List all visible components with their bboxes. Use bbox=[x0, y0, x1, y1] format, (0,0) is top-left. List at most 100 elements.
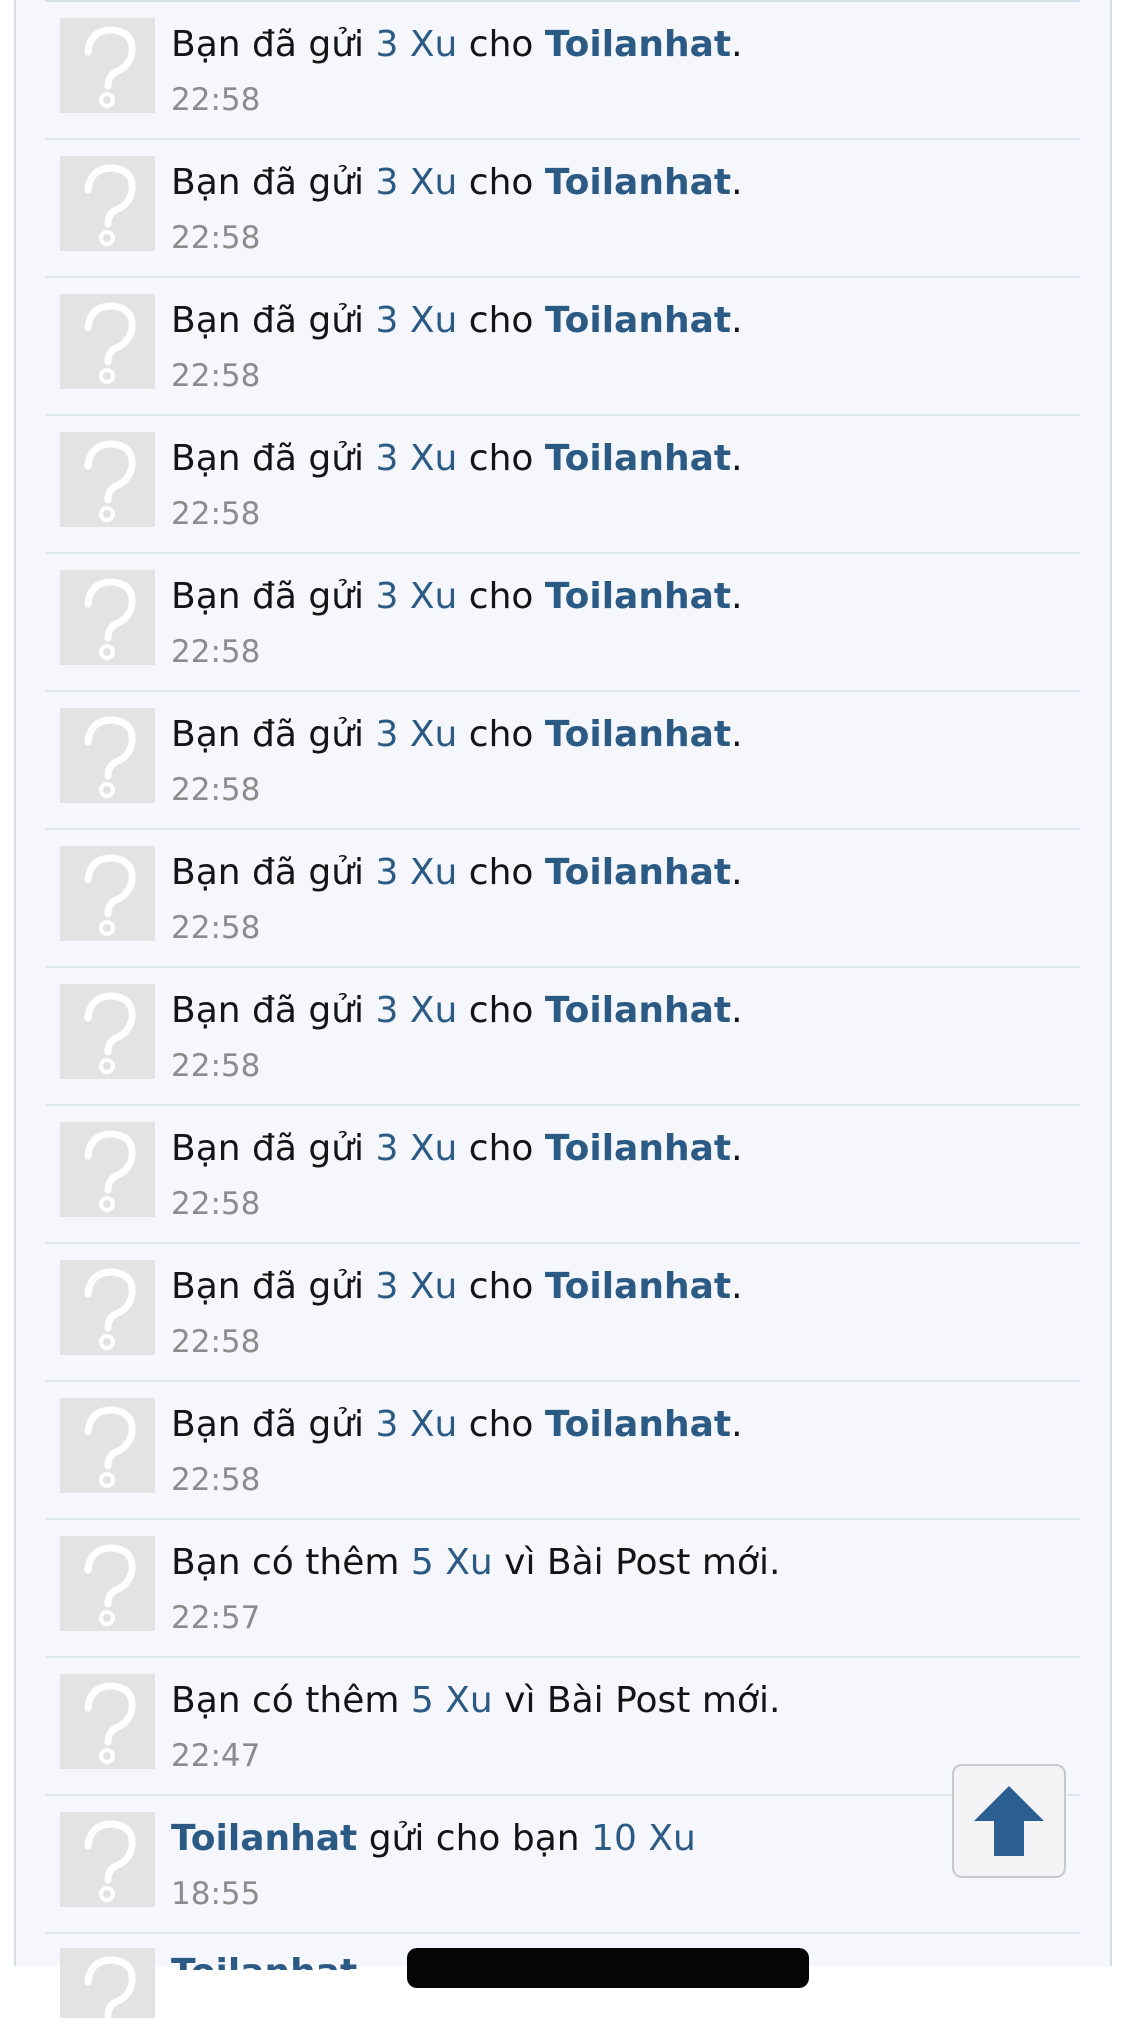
activity-connector: cho bbox=[457, 714, 545, 755]
avatar[interactable] bbox=[60, 570, 155, 665]
xu-amount-link[interactable]: 3 Xu bbox=[376, 1266, 458, 1307]
list-item: Bạn đã gửi 3 Xu cho Toilanhat. 22:58 bbox=[45, 416, 1080, 554]
activity-connector: cho bbox=[457, 576, 545, 617]
username-link[interactable]: Toilanhat bbox=[545, 852, 731, 893]
avatar[interactable] bbox=[60, 294, 155, 389]
overlay-bar bbox=[407, 1948, 809, 1988]
username-link[interactable]: Toilanhat bbox=[171, 1818, 357, 1859]
list-item: Toilanhat bbox=[45, 1934, 1080, 2018]
activity-connector: cho bbox=[457, 438, 545, 479]
xu-amount-link[interactable]: 3 Xu bbox=[376, 576, 458, 617]
list-item: Bạn đã gửi 3 Xu cho Toilanhat. 22:58 bbox=[45, 554, 1080, 692]
activity-prefix: Bạn đã gửi bbox=[171, 852, 376, 893]
activity-suffix: . bbox=[731, 852, 743, 893]
xu-amount-link[interactable]: 3 Xu bbox=[376, 990, 458, 1031]
avatar[interactable] bbox=[60, 1398, 155, 1493]
placeholder-avatar-icon bbox=[60, 846, 155, 941]
xu-amount-link[interactable]: 3 Xu bbox=[376, 1404, 458, 1445]
avatar[interactable] bbox=[60, 156, 155, 251]
timestamp: 22:58 bbox=[171, 496, 261, 532]
activity-connector: cho bbox=[457, 24, 545, 65]
timestamp: 22:58 bbox=[171, 220, 261, 256]
username-link[interactable]: Toilanhat bbox=[545, 1266, 731, 1307]
list-item: Bạn đã gửi 3 Xu cho Toilanhat. 22:58 bbox=[45, 692, 1080, 830]
placeholder-avatar-icon bbox=[60, 1122, 155, 1217]
activity-prefix: Bạn đã gửi bbox=[171, 1128, 376, 1169]
activity-text: Bạn đã gửi 3 Xu cho Toilanhat. bbox=[171, 434, 743, 484]
activity-prefix: Bạn đã gửi bbox=[171, 300, 376, 341]
timestamp: 22:57 bbox=[171, 1600, 261, 1636]
username-link[interactable]: Toilanhat bbox=[545, 162, 731, 203]
activity-prefix: Bạn đã gửi bbox=[171, 24, 376, 65]
activity-suffix: . bbox=[731, 714, 743, 755]
xu-amount-link[interactable]: 3 Xu bbox=[376, 714, 458, 755]
scroll-to-top-button[interactable] bbox=[952, 1764, 1066, 1878]
timestamp: 22:58 bbox=[171, 772, 261, 808]
activity-connector: cho bbox=[457, 990, 545, 1031]
activity-suffix: . bbox=[731, 162, 743, 203]
xu-amount-link[interactable]: 10 Xu bbox=[591, 1818, 696, 1859]
placeholder-avatar-icon bbox=[60, 570, 155, 665]
placeholder-avatar-icon bbox=[60, 1398, 155, 1493]
timestamp: 22:58 bbox=[171, 634, 261, 670]
username-link[interactable]: Toilanhat bbox=[545, 300, 731, 341]
username-link[interactable]: Toilanhat bbox=[545, 714, 731, 755]
username-link[interactable]: Toilanhat bbox=[171, 1948, 357, 1970]
placeholder-avatar-icon bbox=[60, 1948, 155, 2018]
avatar[interactable] bbox=[60, 1536, 155, 1631]
timestamp: 22:58 bbox=[171, 358, 261, 394]
placeholder-avatar-icon bbox=[60, 294, 155, 389]
placeholder-avatar-icon bbox=[60, 18, 155, 113]
avatar[interactable] bbox=[60, 708, 155, 803]
activity-text: Bạn đã gửi 3 Xu cho Toilanhat. bbox=[171, 158, 743, 208]
xu-amount-link[interactable]: 3 Xu bbox=[376, 1128, 458, 1169]
activity-connector: cho bbox=[457, 1128, 545, 1169]
xu-amount-link[interactable]: 5 Xu bbox=[411, 1542, 493, 1583]
activity-text: Toilanhat gửi cho bạn 10 Xu bbox=[171, 1814, 696, 1864]
activity-text: Bạn đã gửi 3 Xu cho Toilanhat. bbox=[171, 296, 743, 346]
activity-text: Bạn có thêm 5 Xu vì Bài Post mới. bbox=[171, 1538, 780, 1588]
timestamp: 22:47 bbox=[171, 1738, 261, 1774]
xu-amount-link[interactable]: 5 Xu bbox=[411, 1680, 493, 1721]
avatar[interactable] bbox=[60, 432, 155, 527]
username-link[interactable]: Toilanhat bbox=[545, 1128, 731, 1169]
activity-suffix: . bbox=[731, 24, 743, 65]
avatar[interactable] bbox=[60, 1674, 155, 1769]
avatar[interactable] bbox=[60, 1122, 155, 1217]
timestamp: 22:58 bbox=[171, 82, 261, 118]
timestamp: 22:58 bbox=[171, 1048, 261, 1084]
timestamp: 18:55 bbox=[171, 1876, 261, 1912]
xu-amount-link[interactable]: 3 Xu bbox=[376, 162, 458, 203]
username-link[interactable]: Toilanhat bbox=[545, 24, 731, 65]
xu-amount-link[interactable]: 3 Xu bbox=[376, 24, 458, 65]
arrow-up-icon bbox=[974, 1786, 1044, 1856]
activity-text: Bạn đã gửi 3 Xu cho Toilanhat. bbox=[171, 1124, 743, 1174]
username-link[interactable]: Toilanhat bbox=[545, 990, 731, 1031]
timestamp: 22:58 bbox=[171, 910, 261, 946]
placeholder-avatar-icon bbox=[60, 1674, 155, 1769]
avatar[interactable] bbox=[60, 1260, 155, 1355]
activity-suffix: vì Bài Post mới. bbox=[492, 1542, 781, 1583]
xu-amount-link[interactable]: 3 Xu bbox=[376, 300, 458, 341]
avatar[interactable] bbox=[60, 984, 155, 1079]
activity-prefix: Bạn đã gửi bbox=[171, 576, 376, 617]
xu-amount-link[interactable]: 3 Xu bbox=[376, 438, 458, 479]
avatar[interactable] bbox=[60, 1812, 155, 1907]
activity-text: Bạn có thêm 5 Xu vì Bài Post mới. bbox=[171, 1676, 780, 1726]
activity-connector: cho bbox=[457, 300, 545, 341]
xu-activity-list: Bạn đã gửi 3 Xu cho Toilanhat. 22:58 Bạn đ… bbox=[45, 0, 1080, 2018]
xu-amount-link[interactable]: 3 Xu bbox=[376, 852, 458, 893]
activity-text: Bạn đã gửi 3 Xu cho Toilanhat. bbox=[171, 986, 743, 1036]
avatar[interactable] bbox=[60, 18, 155, 113]
username-link[interactable]: Toilanhat bbox=[545, 438, 731, 479]
avatar[interactable] bbox=[60, 1948, 155, 2018]
username-link[interactable]: Toilanhat bbox=[545, 576, 731, 617]
activity-text: Bạn đã gửi 3 Xu cho Toilanhat. bbox=[171, 1400, 743, 1450]
avatar[interactable] bbox=[60, 846, 155, 941]
activity-suffix: vì Bài Post mới. bbox=[492, 1680, 781, 1721]
activity-prefix: Bạn có thêm bbox=[171, 1542, 411, 1583]
activity-suffix: . bbox=[731, 576, 743, 617]
activity-prefix: Bạn đã gửi bbox=[171, 1404, 376, 1445]
username-link[interactable]: Toilanhat bbox=[545, 1404, 731, 1445]
activity-text: Bạn đã gửi 3 Xu cho Toilanhat. bbox=[171, 1262, 743, 1312]
